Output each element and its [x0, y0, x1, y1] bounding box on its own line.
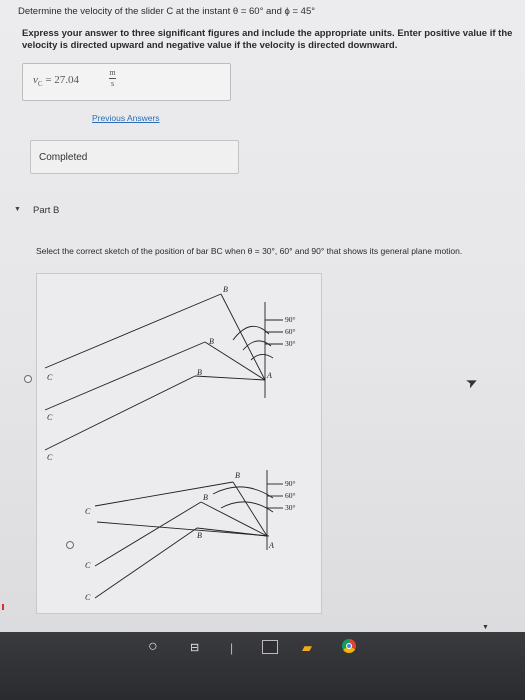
question-text: Determine the velocity of the slider C a… — [18, 6, 316, 17]
app-icon[interactable] — [262, 640, 278, 654]
opt1-label-c-1: C — [47, 373, 53, 382]
answer-variable-subscript: C — [37, 80, 43, 89]
opt1-label-c-3: C — [47, 453, 53, 462]
completed-status-box: Completed — [30, 140, 239, 174]
opt2-bar-60 — [94, 501, 202, 567]
part-b-prompt: Select the correct sketch of the positio… — [36, 246, 463, 256]
opt1-crank-60 — [204, 341, 266, 381]
sketch-options-panel: B B B C C C A B B B C C C A 90° 60° 30° … — [36, 273, 322, 614]
opt2-label-a: A — [268, 541, 274, 550]
opt2-angle-60: 60° — [285, 491, 296, 500]
taskbar-divider-icon: | — [230, 641, 234, 655]
opt2-angle-30: 30° — [285, 503, 296, 512]
opt1-angle-30: 30° — [285, 339, 296, 348]
opt2-label-c-3: C — [85, 593, 91, 602]
opt2-label-b-2: B — [203, 493, 208, 502]
answer-unit-fraction: m s — [109, 69, 116, 88]
opt1-label-b-2: B — [209, 337, 214, 346]
opt2-arc-outer — [212, 486, 274, 499]
previous-answers-link[interactable]: Previous Answers — [92, 113, 160, 123]
instructions-text: Express your answer to three significant… — [22, 28, 513, 51]
opt2-label-b-3: B — [197, 531, 202, 540]
answer-value-display: vC = 27.04 — [33, 74, 79, 88]
opt2-label-b-1: B — [235, 471, 240, 480]
unit-numerator: m — [109, 68, 116, 77]
opt1-arc-mid — [242, 340, 272, 351]
sketch-option-2-radio[interactable] — [66, 541, 74, 549]
task-view-icon[interactable]: ⊟ — [190, 641, 199, 654]
left-edge-marker — [2, 604, 4, 610]
opt1-label-a: A — [266, 371, 272, 380]
sketch-option-1-radio[interactable] — [24, 375, 32, 383]
answer-equals: = — [45, 74, 52, 86]
opt1-label-b-3: B — [197, 368, 202, 377]
opt1-angle-90: 90° — [285, 315, 296, 324]
opt1-crank-30 — [194, 375, 266, 381]
opt2-bar-90 — [94, 481, 234, 507]
vertical-scrollbar[interactable] — [514, 0, 525, 632]
chrome-icon[interactable] — [342, 639, 356, 653]
os-taskbar: ○ ⊟ | ▰ — [0, 632, 525, 700]
opt1-bar-90 — [44, 293, 222, 369]
opt2-crank-90 — [232, 481, 268, 537]
file-explorer-icon[interactable]: ▰ — [302, 640, 316, 655]
opt2-label-c-1: C — [85, 507, 91, 516]
completed-label: Completed — [39, 152, 88, 163]
mouse-cursor-icon: ➤ — [462, 372, 481, 392]
opt1-angle-60: 60° — [285, 327, 296, 336]
opt1-bar-60 — [44, 341, 206, 411]
part-b-collapse-caret-icon[interactable]: ▼ — [14, 206, 21, 213]
opt1-label-b-1: B — [223, 285, 228, 294]
part-b-header[interactable]: Part B — [33, 205, 59, 216]
opt1-bar-30 — [44, 375, 196, 451]
unit-denominator: s — [110, 79, 115, 88]
opt1-label-c-2: C — [47, 413, 53, 422]
search-icon[interactable]: ○ — [148, 638, 158, 656]
opt1-crank-90 — [220, 293, 266, 381]
scroll-down-arrow-icon[interactable]: ▼ — [482, 624, 489, 631]
answer-value: 27.04 — [54, 74, 80, 86]
opt2-label-c-2: C — [85, 561, 91, 570]
browser-page: Determine the velocity of the slider C a… — [0, 0, 525, 632]
opt2-angle-90: 90° — [285, 479, 296, 488]
opt2-bar-30 — [94, 527, 198, 599]
answer-field[interactable]: vC = 27.04 m s — [22, 63, 231, 101]
sketch-options-diagram: B B B C C C A B B B C C C A 90° 60° 30° … — [44, 285, 296, 602]
